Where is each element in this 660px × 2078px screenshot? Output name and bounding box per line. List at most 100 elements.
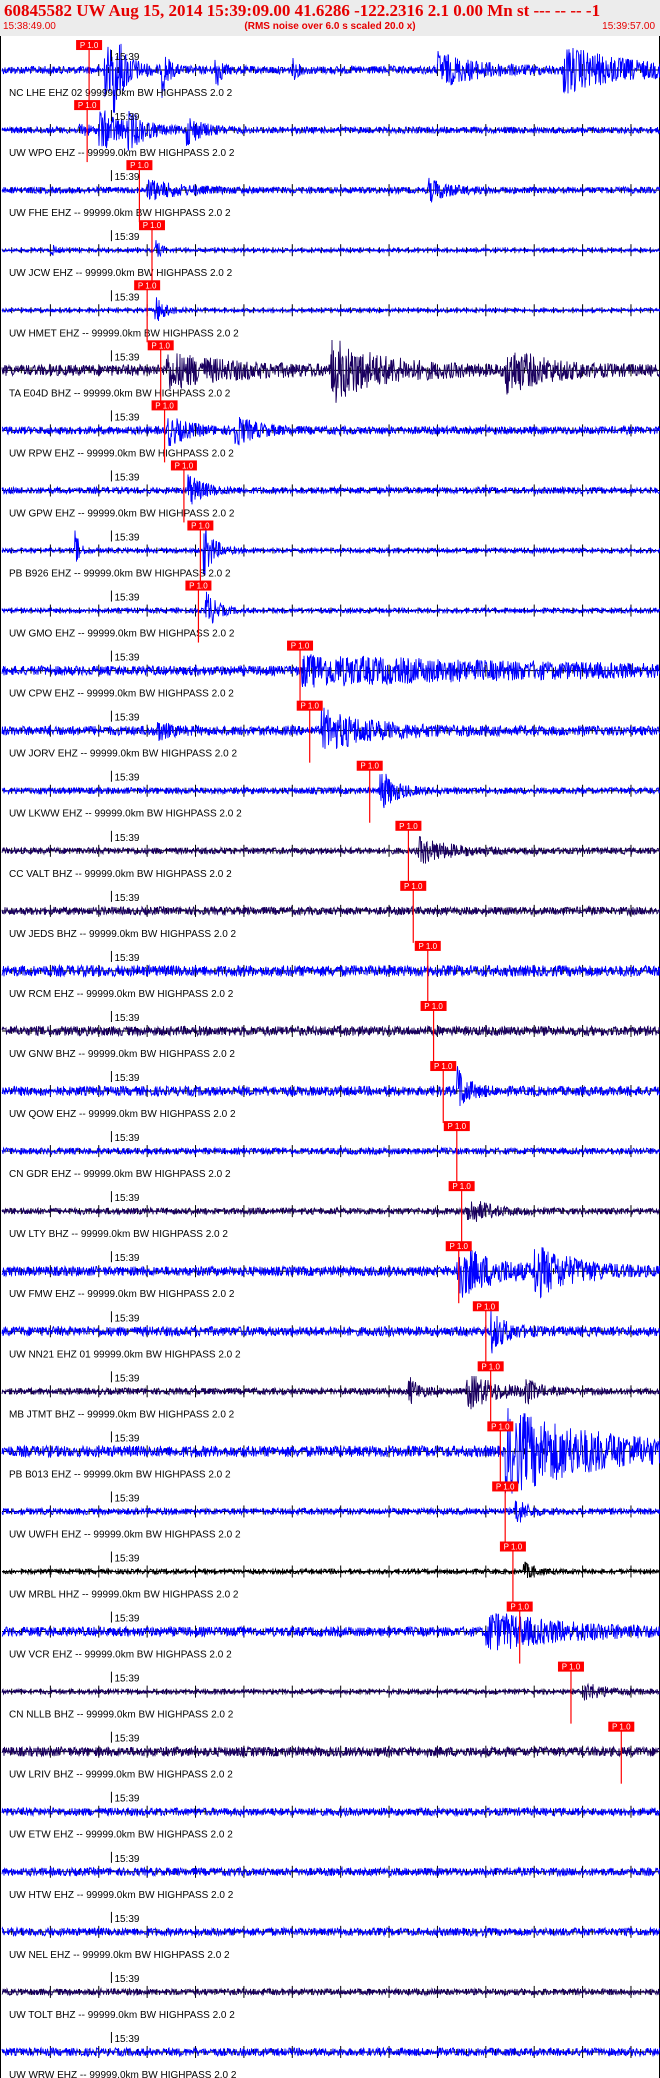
station-label: UW GMO EHZ -- 99999.0km BW HIGHPASS 2.0 … — [9, 629, 235, 640]
waveform — [1, 773, 660, 809]
pick-label: P 1.0 — [151, 341, 170, 350]
trace-27: 15:39 CN NLLB BHZ -- 99999.0km BW HIGHPAS… — [1, 1661, 660, 1724]
minute-label: 15:39 — [114, 1073, 139, 1084]
station-label: NC LHE EHZ 02 99999.0km BW HIGHPASS 2.0 … — [9, 88, 233, 99]
pick-label: P 1.0 — [143, 221, 162, 230]
trace-14: 15:39 UW JEDS BHZ -- 99999.0km BW HIGHPAS… — [1, 880, 660, 943]
station-label: UW WRW EHZ -- 99999.0km BW HIGHPASS 2.0 … — [9, 2070, 237, 2078]
pick-label: P 1.0 — [448, 1122, 467, 1131]
plot-header: 60845582 UW Aug 15, 2014 15:39:09.00 41.… — [0, 0, 660, 36]
trace-11: 15:39 UW JORV EHZ -- 99999.0km BW HIGHPAS… — [1, 700, 660, 763]
seismogram-svg: 15:39 NC LHE EHZ 02 99999.0km BW HIGHPASS… — [1, 40, 660, 2078]
pick-label: P 1.0 — [189, 582, 208, 591]
minute-label: 15:39 — [114, 833, 139, 844]
station-label: UW VCR EHZ -- 99999.0km BW HIGHPASS 2.0 … — [9, 1650, 232, 1661]
waveform — [1, 835, 660, 864]
station-label: UW GNW BHZ -- 99999.0km BW HIGHPASS 2.0 … — [9, 1049, 235, 1060]
pick-label: P 1.0 — [452, 1182, 471, 1191]
minute-label: 15:39 — [114, 1133, 139, 1144]
pick-label: P 1.0 — [80, 41, 99, 50]
trace-32: 15:39 UW TOLT BHZ -- 99999.0km BW HIGHPAS… — [1, 1971, 660, 2021]
trace-3: 15:39 UW JCW EHZ -- 99999.0km BW HIGHPASS… — [1, 220, 660, 283]
trace-30: 15:39 UW HTW EHZ -- 99999.0km BW HIGHPASS… — [1, 1851, 660, 1901]
minute-label: 15:39 — [114, 1554, 139, 1565]
minute-label: 15:39 — [114, 1253, 139, 1264]
trace-29: 15:39 UW ETW EHZ -- 99999.0km BW HIGHPASS… — [1, 1791, 660, 1841]
pick-label: P 1.0 — [477, 1302, 496, 1311]
station-label: UW QOW EHZ -- 99999.0km BW HIGHPASS 2.0 … — [9, 1109, 236, 1120]
pick-label: P 1.0 — [291, 642, 310, 651]
minute-label: 15:39 — [114, 1313, 139, 1324]
waveform — [1, 1408, 660, 1494]
minute-label: 15:39 — [114, 472, 139, 483]
minute-label: 15:39 — [114, 713, 139, 724]
trace-31: 15:39 UW NEL EHZ -- 99999.0km BW HIGHPASS… — [1, 1911, 660, 1961]
station-label: UW RPW EHZ -- 99999.0km BW HIGHPASS 2.0 … — [9, 448, 234, 459]
station-label: UW LKWW EHZ -- 99999.0km BW HIGHPASS 2.0… — [9, 809, 242, 820]
minute-label: 15:39 — [114, 1974, 139, 1985]
trace-18: 15:39 CN GDR EHZ -- 99999.0km BW HIGHPASS… — [1, 1121, 660, 1184]
station-label: UW LTY BHZ -- 99999.0km BW HIGHPASS 2.0 … — [9, 1229, 228, 1240]
station-label: UW WPO EHZ -- 99999.0km BW HIGHPASS 2.0 … — [9, 148, 235, 159]
station-label: UW JCW EHZ -- 99999.0km BW HIGHPASS 2.0 … — [9, 268, 233, 279]
minute-label: 15:39 — [114, 112, 139, 123]
trace-1: 15:39 UW WPO EHZ -- 99999.0km BW HIGHPASS… — [1, 100, 660, 163]
pick-label: P 1.0 — [510, 1603, 529, 1612]
station-label: UW FHE EHZ -- 99999.0km BW HIGHPASS 2.0 … — [9, 208, 231, 219]
minute-label: 15:39 — [114, 953, 139, 964]
trace-5: 15:39 TA E04D BHZ -- 99999.0km BW HIGHPAS… — [1, 339, 660, 403]
station-label: UW NEL EHZ -- 99999.0km BW HIGHPASS 2.0 … — [9, 1950, 230, 1961]
trace-8: 15:39 PB B926 EHZ -- 99999.0km BW HIGHPAS… — [1, 520, 660, 583]
minute-label: 15:39 — [114, 1433, 139, 1444]
station-label: UW RCM EHZ -- 99999.0km BW HIGHPASS 2.0 … — [9, 989, 234, 1000]
pick-label: P 1.0 — [612, 1723, 631, 1732]
trace-9: 15:39 UW GMO EHZ -- 99999.0km BW HIGHPASS… — [1, 580, 660, 643]
station-label: UW TOLT BHZ -- 99999.0km BW HIGHPASS 2.0… — [9, 2010, 235, 2021]
station-label: UW JORV EHZ -- 99999.0km BW HIGHPASS 2.0… — [9, 749, 237, 760]
trace-23: 15:39 PB B013 EHZ -- 99999.0km BW HIGHPAS… — [1, 1408, 660, 1494]
station-label: PB B926 EHZ -- 99999.0km BW HIGHPASS 2.0… — [9, 569, 231, 580]
minute-label: 15:39 — [114, 352, 139, 363]
minute-label: 15:39 — [114, 893, 139, 904]
trace-6: 15:39 UW RPW EHZ -- 99999.0km BW HIGHPASS… — [2, 400, 660, 463]
minute-label: 15:39 — [114, 292, 139, 303]
pick-label: P 1.0 — [504, 1543, 523, 1552]
station-label: CN GDR EHZ -- 99999.0km BW HIGHPASS 2.0 … — [9, 1169, 231, 1180]
station-label: CN NLLB BHZ -- 99999.0km BW HIGHPASS 2.0… — [9, 1710, 234, 1721]
trace-10: 15:39 UW CPW EHZ -- 99999.0km BW HIGHPASS… — [1, 640, 660, 703]
pick-label: P 1.0 — [418, 942, 437, 951]
minute-label: 15:39 — [114, 172, 139, 183]
minute-label: 15:39 — [114, 533, 139, 544]
trace-20: 15:39 UW FMW EHZ -- 99999.0km BW HIGHPASS… — [1, 1241, 660, 1304]
minute-label: 15:39 — [114, 232, 139, 243]
pick-label: P 1.0 — [481, 1362, 500, 1371]
pick-label: P 1.0 — [404, 882, 423, 891]
trace-17: 15:39 UW QOW EHZ -- 99999.0km BW HIGHPASS… — [1, 1061, 660, 1124]
station-label: UW ETW EHZ -- 99999.0km BW HIGHPASS 2.0 … — [9, 1830, 233, 1841]
trace-33: 15:39 UW WRW EHZ -- 99999.0km BW HIGHPASS… — [1, 2031, 660, 2078]
pick-label: P 1.0 — [562, 1663, 581, 1672]
waveform — [1, 1682, 660, 1701]
trace-2: 15:39 UW FHE EHZ -- 99999.0km BW HIGHPASS… — [1, 160, 660, 223]
pick-label: P 1.0 — [434, 1062, 453, 1071]
trace-24: 15:39 UW UWFH EHZ -- 99999.0km BW HIGHPAS… — [1, 1481, 660, 1544]
minute-label: 15:39 — [114, 1373, 139, 1384]
waveform — [1, 963, 660, 978]
trace-21: 15:39 UW NN21 EHZ 01 99999.0km BW HIGHPAS… — [1, 1301, 660, 1364]
minute-label: 15:39 — [114, 1734, 139, 1745]
station-label: MB JTMT BHZ -- 99999.0km BW HIGHPASS 2.0… — [9, 1409, 235, 1420]
minute-label: 15:39 — [114, 2034, 139, 2045]
station-label: UW HMET EHZ -- 99999.0km BW HIGHPASS 2.0… — [9, 328, 239, 339]
minute-label: 15:39 — [114, 412, 139, 423]
rms-note: (RMS noise over 6.0 s scaled 20.0 x) — [244, 21, 416, 32]
event-title: 60845582 UW Aug 15, 2014 15:39:09.00 41.… — [4, 1, 601, 20]
waveform — [2, 416, 660, 447]
station-label: UW FMW EHZ -- 99999.0km BW HIGHPASS 2.0 … — [9, 1289, 235, 1300]
minute-label: 15:39 — [114, 1013, 139, 1024]
trace-22: 15:39 MB JTMT BHZ -- 99999.0km BW HIGHPAS… — [1, 1361, 660, 1424]
minute-label: 15:39 — [114, 1674, 139, 1685]
station-label: UW HTW EHZ -- 99999.0km BW HIGHPASS 2.0 … — [9, 1890, 234, 1901]
trace-19: 15:39 UW LTY BHZ -- 99999.0km BW HIGHPASS… — [1, 1181, 660, 1244]
station-label: UW UWFH EHZ -- 99999.0km BW HIGHPASS 2.0… — [9, 1529, 241, 1540]
waveform — [1, 1500, 660, 1523]
